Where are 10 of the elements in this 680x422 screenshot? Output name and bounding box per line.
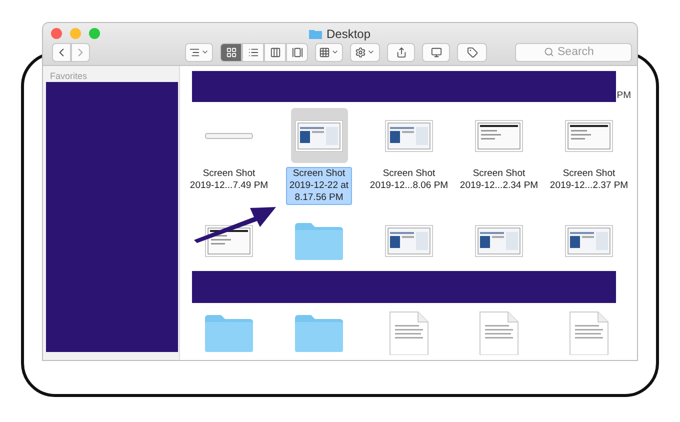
search-placeholder: Search xyxy=(558,46,604,58)
file-name: Screen Shot 2019-12...7.49 PM xyxy=(188,167,270,193)
file-name: Screen Shot 2019-12...2.34 PM xyxy=(458,167,540,193)
search-field[interactable]: Search xyxy=(515,42,632,62)
file-name: Screen Shot 2019-12...2.37 PM xyxy=(548,167,630,193)
window-title: Desktop xyxy=(326,26,371,40)
rename-field[interactable]: Screen Shot 2019-12-22 at 8.17.56 PM xyxy=(286,167,352,205)
sidebar-heading: Favorites xyxy=(50,71,88,81)
date-text: PM xyxy=(616,90,631,101)
file-name: Screen Shot 2019-12...8.06 PM xyxy=(368,167,450,193)
